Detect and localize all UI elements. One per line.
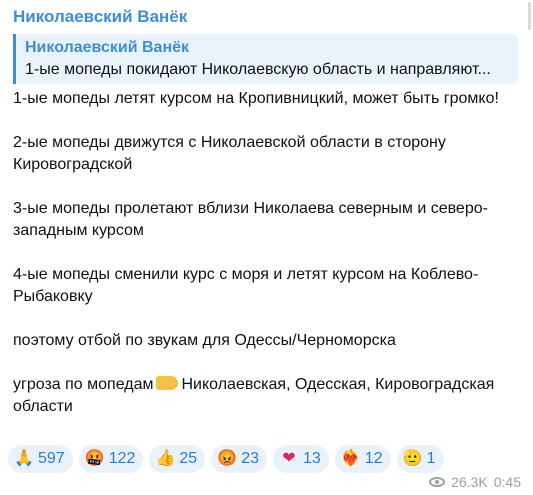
reaction-count: 12 [364,450,383,467]
pointing-hand-icon [156,376,179,390]
eye-icon [429,477,446,487]
message-paragraph: 1-ые мопеды летят курсом на Кропивницкий… [13,90,499,107]
message-paragraph: 4-ые мопеды сменили курс с моря и летят … [13,266,479,305]
reaction-count: 1 [426,450,436,467]
thumbs-up-icon: 👍 [155,450,176,467]
scrollbar[interactable] [528,2,531,30]
reaction-thumbs-up[interactable]: 👍 25 [149,445,206,473]
message-paragraph: угроза по мопедам Николаевская, Одесская,… [13,374,523,418]
reactions-bar: 🙏 597 🤬 122 👍 25 😡 23 ❤ 13 ❤️‍🔥 12 🫡 1 [8,445,444,473]
angry-face-icon: 😡 [217,450,238,467]
reaction-count: 122 [108,450,136,467]
heart-on-fire-icon: ❤️‍🔥 [340,450,361,467]
message-text: 1-ые мопеды летят курсом на Кропивницкий… [13,88,523,418]
reaction-count: 13 [303,450,321,467]
reaction-count: 23 [241,450,259,467]
heart-icon: ❤ [282,450,296,467]
reaction-praying-hands[interactable]: 🙏 597 [8,445,73,473]
reaction-angry-face[interactable]: 😡 23 [211,445,267,473]
threat-prefix: угроза по мопедам [13,376,154,393]
salute-icon: 🫡 [402,450,423,467]
cursing-face-icon: 🤬 [84,450,105,467]
praying-hands-icon: 🙏 [14,450,34,467]
reply-text: 1-ые мопеды покидают Николаевскую област… [25,61,491,78]
message-time: 0:45 [493,474,521,490]
message-paragraph: поэтому отбой по звукам для Одессы/Черно… [13,332,396,349]
message-paragraph: 2-ые мопеды движутся с Николаевской обла… [13,134,446,173]
reaction-salute[interactable]: 🫡 1 [396,445,444,473]
channel-name[interactable]: Николаевский Ванёк [13,7,187,27]
message-bubble: Николаевский Ванёк Николаевский Ванёк 1-… [0,0,533,495]
message-paragraph: 3-ые мопеды пролетают вблизи Николаева с… [13,200,488,239]
reaction-count: 597 [38,450,65,467]
message-meta: 26.3K 0:45 [429,474,521,490]
view-count: 26.3K [451,474,488,490]
reaction-heart[interactable]: ❤ 13 [273,445,329,473]
reply-author: Николаевский Ванёк [25,39,190,56]
reply-quote[interactable]: Николаевский Ванёк 1-ые мопеды покидают … [13,34,518,84]
reaction-heart-on-fire[interactable]: ❤️‍🔥 12 [334,445,391,473]
reaction-count: 25 [179,450,198,467]
reaction-cursing-face[interactable]: 🤬 122 [78,445,144,473]
